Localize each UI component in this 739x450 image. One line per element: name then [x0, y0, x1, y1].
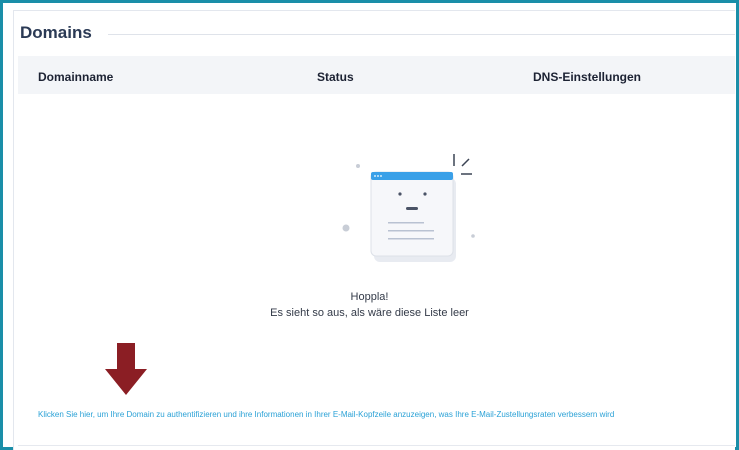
bottom-divider: [18, 445, 735, 446]
face-eye: [398, 192, 402, 196]
window-titlebar: [371, 172, 453, 180]
down-arrow-icon: [105, 343, 147, 395]
decor-dot: [342, 224, 350, 232]
window-text-line: [388, 230, 434, 232]
window-dot: [374, 175, 376, 177]
window-text-line: [388, 222, 424, 224]
authenticate-domain-link[interactable]: Klicken Sie hier, um Ihre Domain zu auth…: [38, 408, 718, 422]
window-dot: [377, 175, 379, 177]
decor-dot: [471, 234, 475, 238]
window-text-line: [388, 238, 434, 240]
panel-top-border: [13, 10, 735, 11]
column-header-dns-settings[interactable]: DNS-Einstellungen: [533, 70, 641, 84]
title-divider: [108, 34, 735, 35]
table-header: Domainname Status DNS-Einstellungen: [18, 56, 735, 94]
column-header-status[interactable]: Status: [317, 70, 354, 84]
empty-state-message: Es sieht so aus, als wäre diese Liste le…: [270, 307, 469, 319]
face-eye: [423, 192, 427, 196]
empty-state-title: Hoppla!: [350, 291, 389, 303]
face-mouth: [406, 207, 418, 210]
sparkle-line: [461, 158, 470, 167]
panel-left-border: [13, 10, 14, 450]
empty-browser-window-illustration: [342, 154, 475, 262]
window-body: [370, 171, 454, 257]
column-header-domainname[interactable]: Domainname: [38, 70, 113, 84]
window-dot: [380, 175, 382, 177]
decor-dot: [356, 164, 360, 168]
section-title: Domains: [20, 23, 92, 42]
